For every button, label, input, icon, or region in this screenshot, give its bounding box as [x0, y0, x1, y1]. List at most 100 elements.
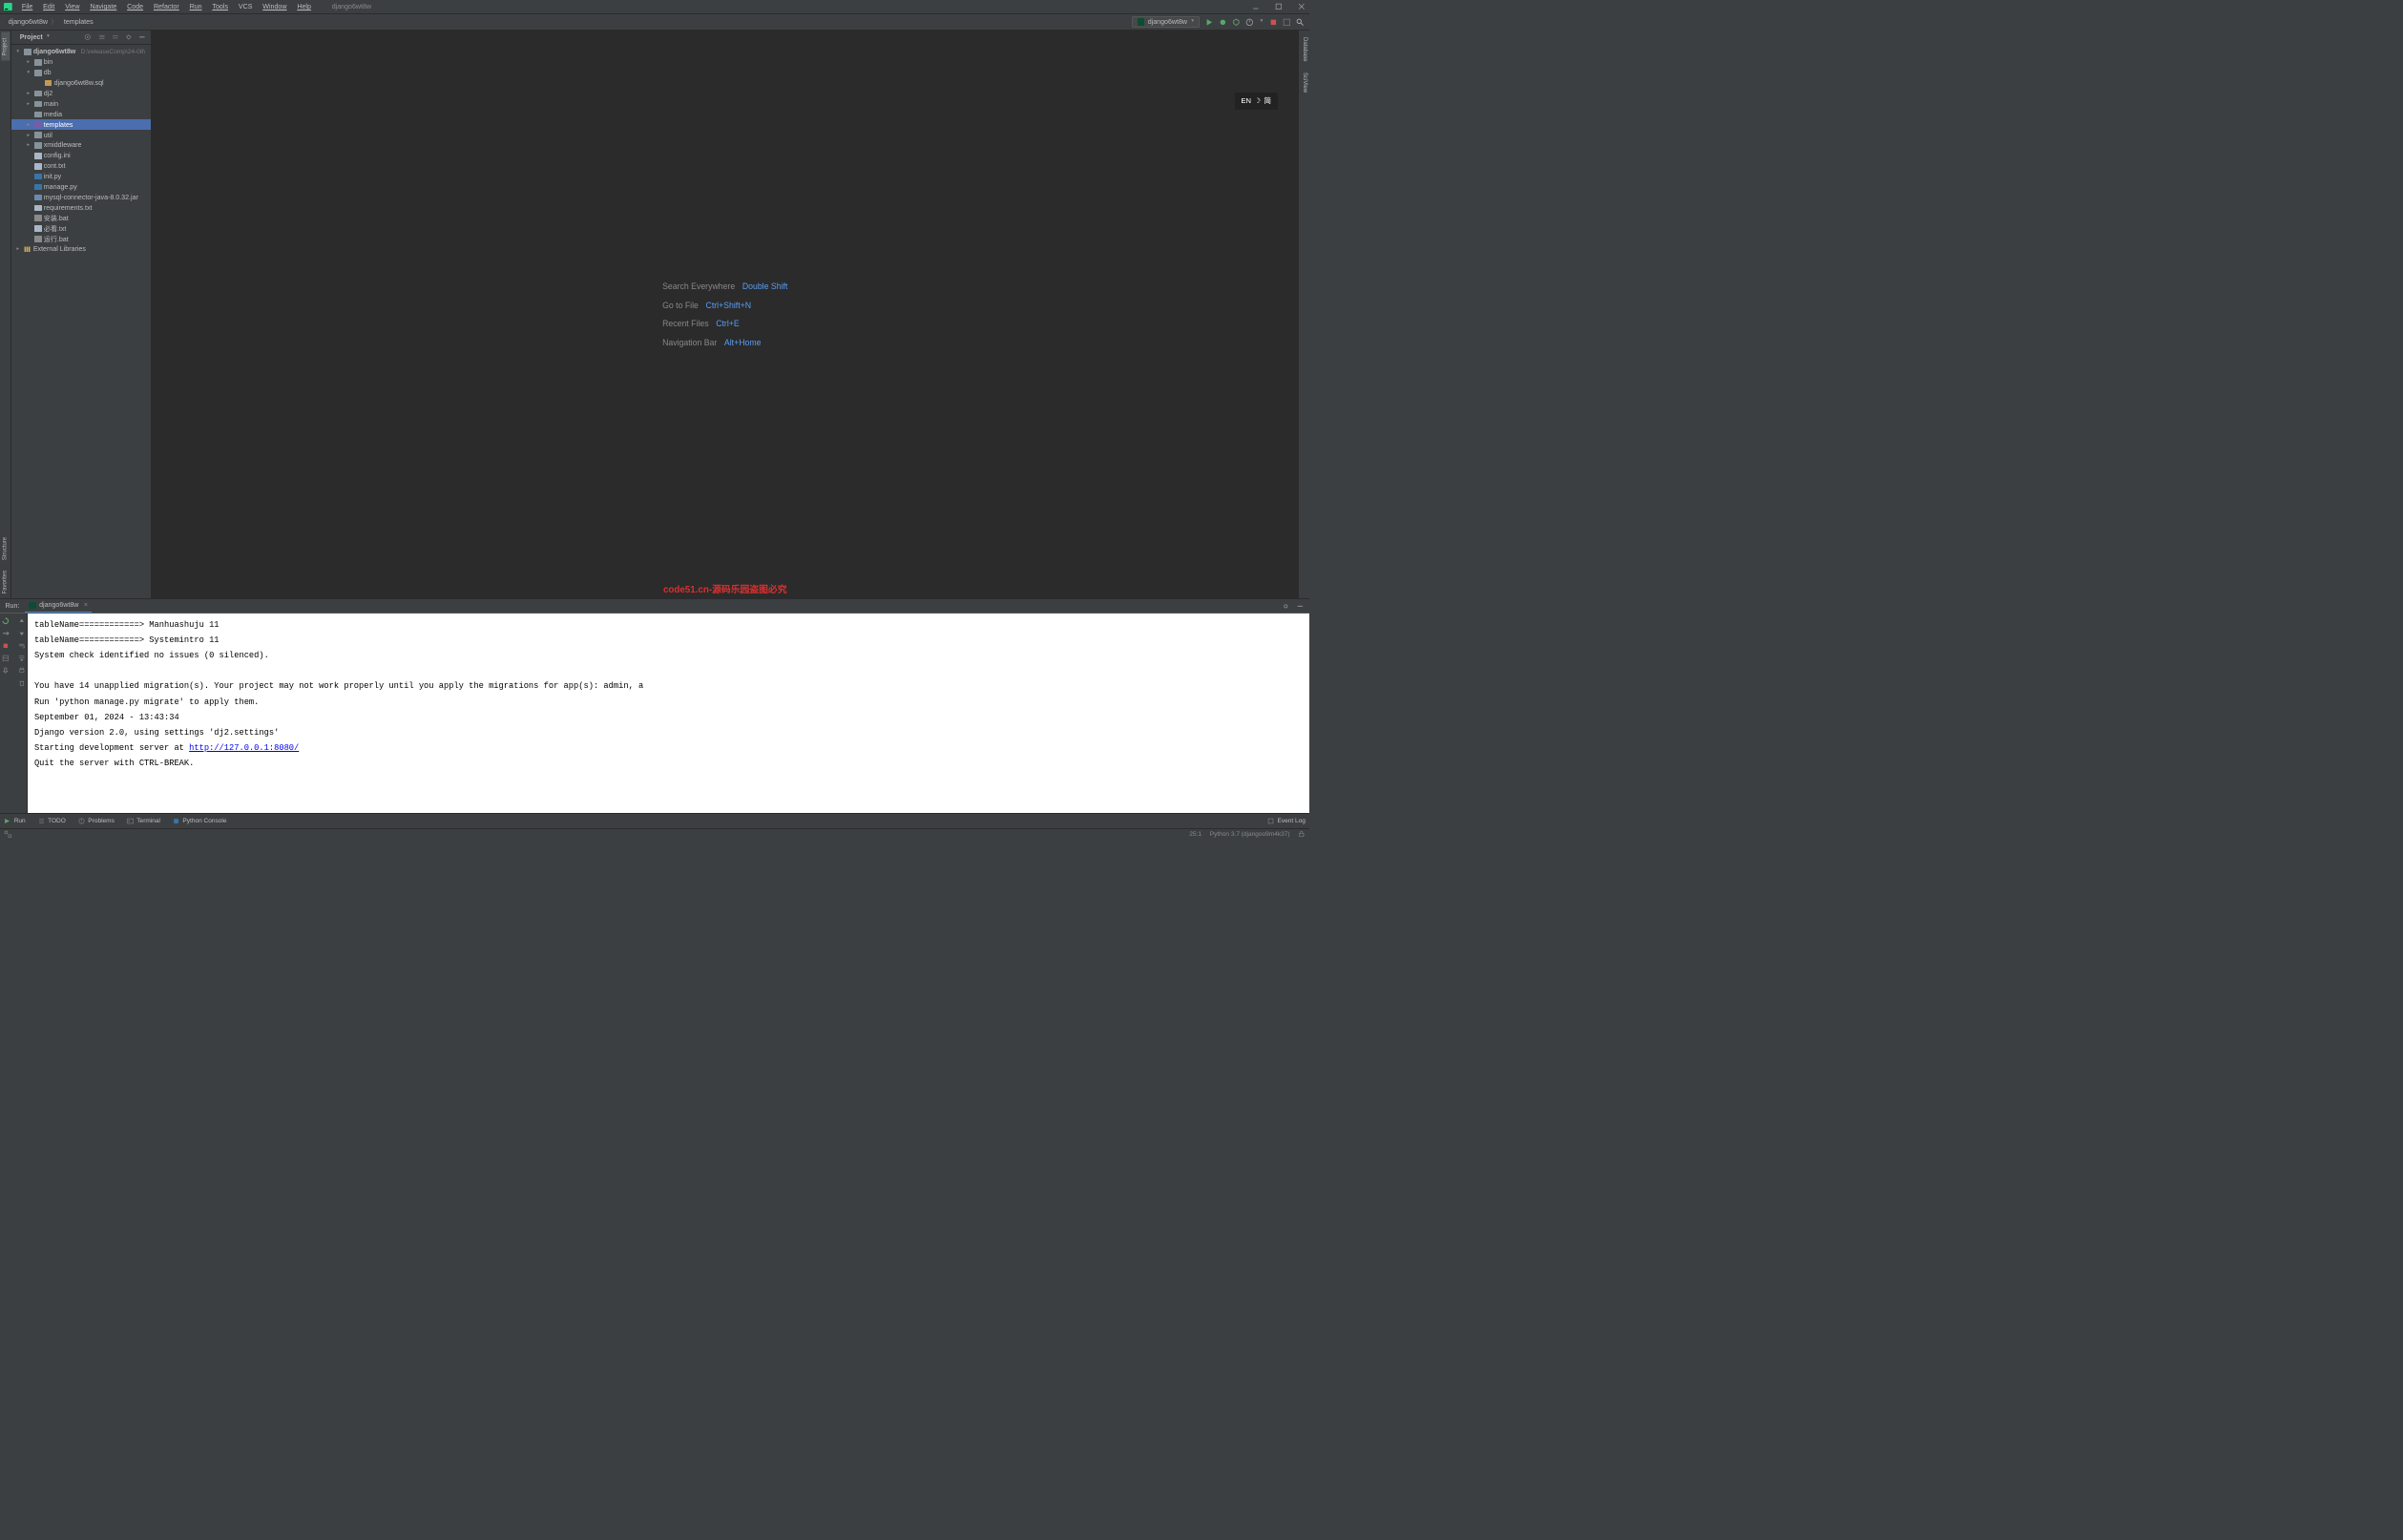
tree-item[interactable]: cont.txt [11, 161, 151, 172]
target-icon[interactable] [84, 33, 92, 41]
server-url-link[interactable]: http://127.0.0.1:8080/ [189, 743, 299, 753]
run-output[interactable]: tableName============> Manhuashuju 11tab… [28, 614, 1309, 814]
modify-run-icon[interactable] [2, 630, 10, 637]
menu-window[interactable]: Window [258, 2, 292, 12]
chevron-right-icon[interactable]: ▸ [27, 133, 31, 138]
side-tab-database[interactable]: Database [1300, 32, 1308, 68]
hide-icon[interactable] [138, 33, 146, 41]
close-icon[interactable]: × [84, 601, 88, 609]
tree-item[interactable]: init.py [11, 172, 151, 182]
gear-icon[interactable] [1282, 602, 1290, 611]
tree-item[interactable]: media [11, 109, 151, 119]
chevron-right-icon[interactable]: ▸ [27, 91, 31, 96]
tree-item[interactable]: 必看.txt [11, 223, 151, 234]
tree-item[interactable]: ▸bin [11, 57, 151, 68]
side-tab-favorites[interactable]: Favorites [1, 565, 10, 599]
menu-view[interactable]: View [60, 2, 85, 12]
tools-icon[interactable] [4, 830, 12, 839]
collapse-all-icon[interactable] [112, 33, 119, 41]
tree-item-label: dj2 [44, 90, 52, 97]
close-icon[interactable] [1298, 3, 1306, 10]
tree-external-libs[interactable]: ▸ External Libraries [11, 244, 151, 255]
tree-item[interactable]: manage.py [11, 182, 151, 193]
tool-event-log[interactable]: Event Log [1267, 818, 1306, 824]
tree-item[interactable]: ▸ dj2 [11, 89, 151, 99]
stop-icon[interactable] [2, 642, 10, 650]
tree-item[interactable]: ▸templates [11, 119, 151, 130]
tree-item[interactable]: ▸xmiddleware [11, 140, 151, 151]
coverage-icon[interactable] [1232, 18, 1241, 27]
debug-icon[interactable] [1219, 18, 1227, 27]
side-tab-structure[interactable]: Structure [1, 531, 10, 565]
chevron-down-icon[interactable]: ▾ [16, 49, 21, 54]
menu-vcs[interactable]: VCS [233, 2, 257, 12]
chevron-right-icon[interactable]: ▸ [27, 59, 31, 65]
tool-problems[interactable]: Problems [78, 818, 115, 824]
search-icon[interactable] [1296, 18, 1305, 27]
side-tab-sciview[interactable]: SciView [1300, 67, 1308, 97]
chevron-right-icon[interactable]: ▸ [27, 101, 31, 107]
tree-item[interactable]: config.ini [11, 151, 151, 161]
menu-edit[interactable]: Edit [38, 2, 60, 12]
tool-python-console[interactable]: Python Console [173, 818, 226, 824]
layout-icon[interactable] [2, 655, 10, 662]
menu-navigate[interactable]: Navigate [85, 2, 122, 12]
menu-file[interactable]: File [16, 2, 37, 12]
print-icon[interactable] [18, 667, 26, 675]
expand-all-icon[interactable] [98, 33, 106, 41]
trash-icon[interactable] [18, 679, 26, 687]
down-icon[interactable] [18, 630, 26, 637]
rerun-icon[interactable] [2, 617, 10, 625]
library-icon [24, 246, 31, 253]
menu-code[interactable]: Code [122, 2, 149, 12]
menu-help[interactable]: Help [292, 2, 316, 12]
ime-badge[interactable]: EN ☽ 简 [1235, 93, 1278, 110]
lock-icon[interactable] [1298, 830, 1306, 838]
breadcrumb-item[interactable]: templates [64, 18, 94, 26]
tree-item[interactable]: mysql-connector-java-8.0.32.jar [11, 192, 151, 202]
python-interpreter[interactable]: Python 3.7 (djangoo9m4k37) [1210, 831, 1290, 838]
chevron-right-icon[interactable]: ▸ [27, 142, 31, 148]
maximize-icon[interactable] [1275, 3, 1283, 10]
chevron-down-icon[interactable]: ▼ [46, 34, 51, 39]
up-icon[interactable] [18, 617, 26, 625]
hide-icon[interactable] [1296, 602, 1305, 611]
menu-refactor[interactable]: Refactor [149, 2, 185, 12]
tree-item[interactable]: django6wt8w.sql [11, 78, 151, 89]
tree-item[interactable]: ▾db [11, 68, 151, 78]
side-tab-project[interactable]: Project [1, 32, 10, 61]
pin-icon[interactable] [2, 667, 10, 675]
tree-item[interactable]: ▸util [11, 130, 151, 140]
profile-icon[interactable] [1245, 18, 1254, 27]
hint-navigation-bar: Navigation Bar Alt+Home [662, 338, 787, 347]
breadcrumb[interactable]: django6wt8w 〉 templates [5, 17, 93, 27]
run-icon[interactable] [1205, 18, 1214, 27]
project-tree[interactable]: ▾ django6wt8w D:\releaseComp\24-08\ ▸bin… [11, 45, 151, 598]
menu-run[interactable]: Run [184, 2, 207, 12]
minimize-icon[interactable] [1252, 3, 1260, 10]
gear-icon[interactable] [125, 33, 133, 41]
tool-todo[interactable]: TODO [38, 818, 66, 824]
soft-wrap-icon[interactable] [18, 642, 26, 650]
folder-icon [34, 142, 42, 149]
chevron-down-icon[interactable]: ▼ [1260, 19, 1264, 24]
file-icon [34, 215, 42, 221]
run-configuration-select[interactable]: django6wt8w ▼ [1132, 16, 1200, 28]
chevron-right-icon[interactable]: ▸ [27, 122, 31, 128]
run-tab[interactable]: django6wt8w × [25, 599, 93, 612]
tree-root[interactable]: ▾ django6wt8w D:\releaseComp\24-08\ [11, 47, 151, 57]
scroll-to-end-icon[interactable] [18, 655, 26, 662]
cursor-position[interactable]: 25:1 [1189, 831, 1202, 838]
tree-item[interactable]: ▸main [11, 98, 151, 109]
tool-run[interactable]: Run [4, 818, 25, 824]
chevron-right-icon[interactable]: ▸ [16, 246, 21, 252]
stop-icon[interactable] [1269, 18, 1278, 27]
git-icon[interactable] [1283, 18, 1291, 27]
tool-terminal[interactable]: Terminal [127, 818, 160, 824]
menu-tools[interactable]: Tools [207, 2, 233, 12]
breadcrumb-root[interactable]: django6wt8w [9, 18, 48, 26]
tree-item[interactable]: 安装.bat [11, 213, 151, 223]
tree-item[interactable]: 运行.bat [11, 234, 151, 244]
tree-item[interactable]: requirements.txt [11, 202, 151, 213]
chevron-down-icon[interactable]: ▾ [27, 70, 31, 75]
